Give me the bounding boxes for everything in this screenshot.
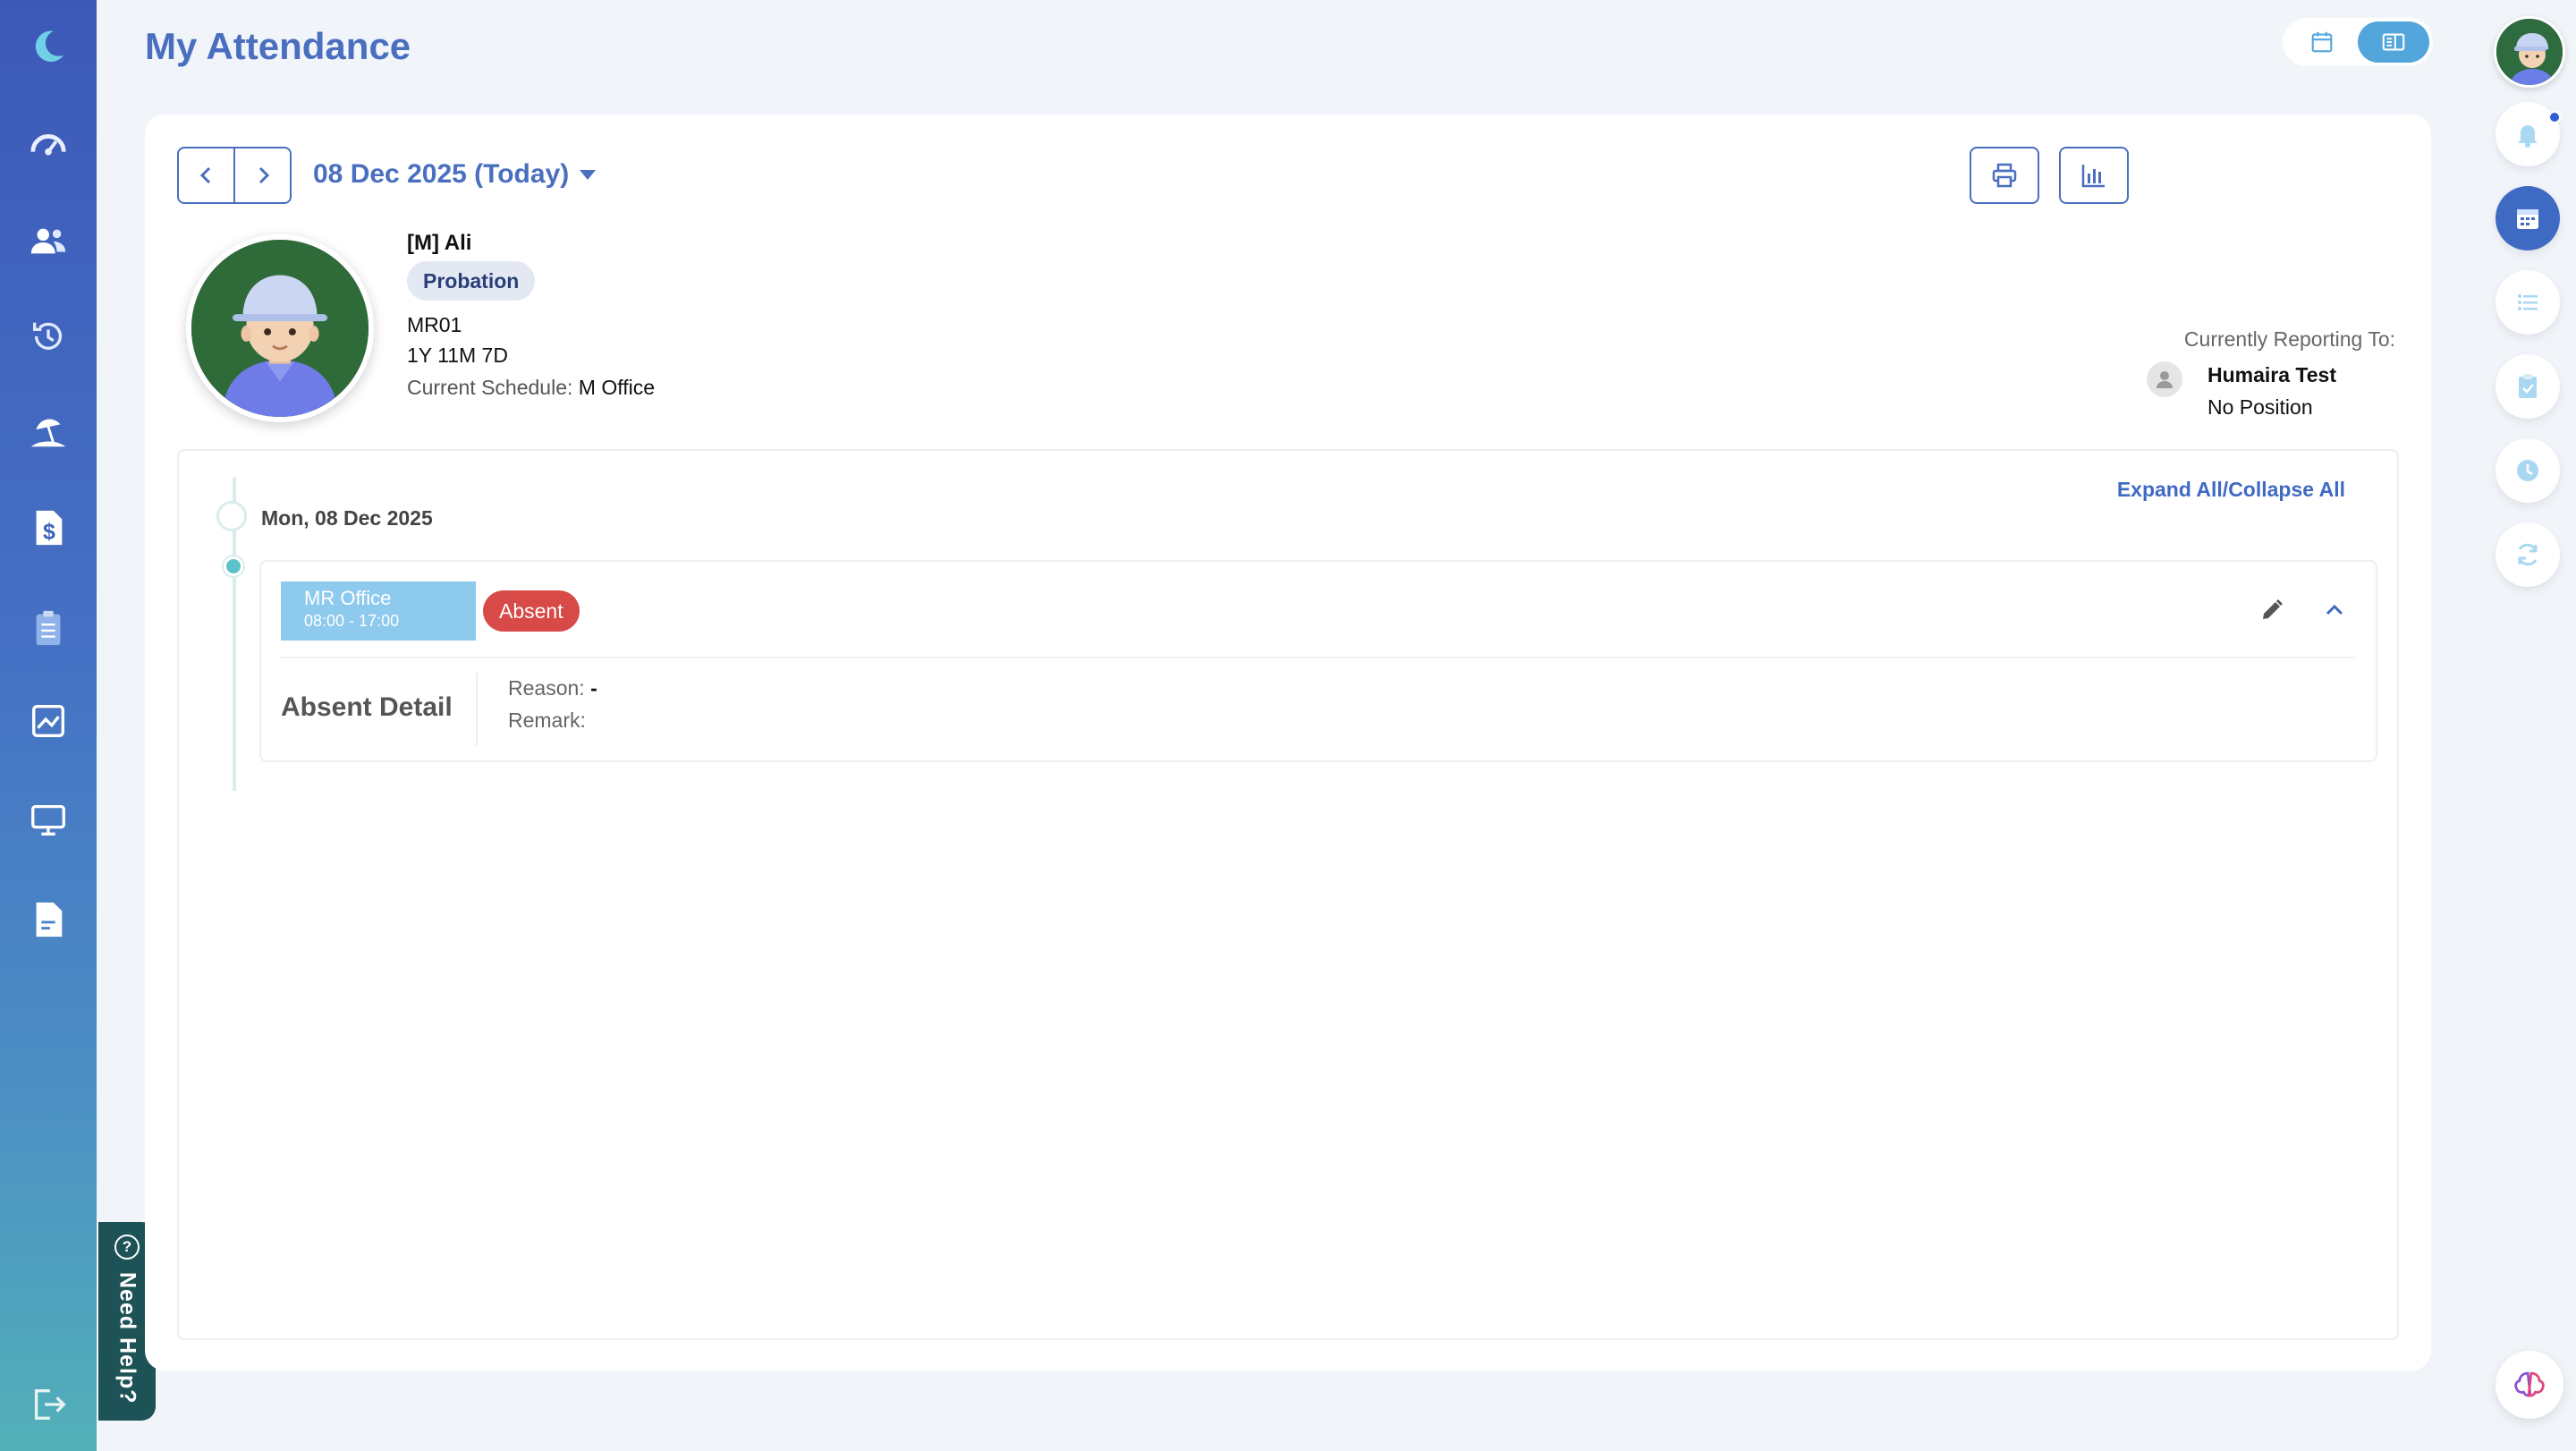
timeline-entry-dot (224, 556, 243, 576)
help-question-icon: ? (114, 1235, 140, 1260)
timeline-view-button[interactable] (2358, 21, 2429, 63)
user-avatar[interactable] (2494, 16, 2565, 88)
clock-icon (2517, 460, 2538, 481)
bell-icon (2518, 125, 2538, 148)
page-title: My Attendance (145, 25, 411, 67)
chevron-up-icon (2326, 604, 2343, 615)
need-help-label: Need Help? (114, 1272, 140, 1404)
manager-name: Humaira Test (2207, 363, 2337, 386)
schedule-name: MR Office (304, 587, 392, 609)
edit-entry-button[interactable] (2254, 592, 2290, 628)
assistant-fab[interactable] (2496, 1351, 2563, 1419)
collapse-entry-button[interactable] (2317, 592, 2352, 628)
moon-logo-icon[interactable] (0, 11, 97, 82)
split-layout-icon (2382, 33, 2405, 51)
logout-icon[interactable] (0, 1369, 97, 1440)
schedule-time: 08:00 - 17:00 (304, 612, 400, 630)
schedule-value: M Office (578, 376, 655, 399)
pencil-icon (2263, 599, 2283, 619)
notification-dot (2548, 111, 2561, 123)
absent-detail-title: Absent Detail (281, 692, 453, 722)
bar-chart-icon (2081, 165, 2105, 188)
entry-divider (281, 657, 2356, 658)
calendar-icon (2517, 209, 2538, 229)
chevron-right-icon (258, 166, 269, 184)
list-rail-button[interactable] (2496, 270, 2560, 335)
printer-icon (1992, 163, 2017, 188)
clipboard-icon[interactable] (0, 592, 97, 664)
view-toggle (2283, 18, 2433, 66)
chart-image-icon[interactable] (0, 685, 97, 757)
current-schedule: Current Schedule: M Office (407, 376, 655, 400)
employee-name: [M] Ali (407, 231, 472, 255)
dashboard-gauge-icon[interactable] (0, 109, 97, 181)
left-sidebar: $ (0, 0, 97, 1451)
calendar-icon (2311, 31, 2333, 53)
reason-label: Reason: (508, 676, 585, 700)
absent-status-badge: Absent (483, 590, 580, 632)
document-icon[interactable] (0, 884, 97, 955)
list-icon (2518, 294, 2538, 310)
clipboard-rail-button[interactable] (2496, 354, 2560, 419)
refresh-icon (2518, 543, 2538, 566)
report-chart-button[interactable] (2059, 147, 2129, 204)
print-button[interactable] (1970, 147, 2039, 204)
date-picker-dropdown[interactable]: 08 Dec 2025 (Today) (313, 159, 597, 190)
brain-icon (2514, 1371, 2545, 1397)
attendance-card: 08 Dec 2025 (Today) [M] Ali Probation MR… (145, 115, 2431, 1370)
selected-date: 08 Dec 2025 (Today) (313, 159, 570, 189)
calendar-rail-button[interactable] (2496, 186, 2560, 250)
leave-beach-icon[interactable] (0, 395, 97, 467)
attendance-timeline: Expand All/Collapse All Mon, 08 Dec 2025… (177, 449, 2399, 1340)
next-day-button[interactable] (235, 148, 290, 202)
previous-day-button[interactable] (179, 148, 235, 202)
clipboard-check-icon (2519, 374, 2537, 398)
remark-label: Remark: (508, 709, 586, 732)
detail-separator (476, 673, 478, 746)
expand-collapse-all-link[interactable]: Expand All/Collapse All (2117, 478, 2345, 502)
svg-text:$: $ (43, 519, 55, 544)
clock-rail-button[interactable] (2496, 438, 2560, 503)
chevron-left-icon (199, 166, 210, 184)
payroll-dollar-icon[interactable]: $ (0, 492, 97, 564)
refresh-rail-button[interactable] (2496, 522, 2560, 587)
attendance-entry: MR Office 08:00 - 17:00 Absent Absent De… (259, 560, 2377, 762)
remark-row: Remark: (508, 709, 586, 733)
reporting-to-label: Currently Reporting To: (2183, 327, 2395, 351)
calendar-view-button[interactable] (2286, 21, 2358, 63)
monitor-icon[interactable] (0, 784, 97, 855)
employee-tenure: 1Y 11M 7D (407, 344, 508, 367)
people-icon[interactable] (0, 206, 97, 277)
schedule-label: Current Schedule: (407, 376, 573, 399)
manager-avatar-icon (2147, 361, 2182, 397)
timeline-day-marker (216, 501, 247, 531)
employee-code: MR01 (407, 313, 462, 336)
caret-down-icon (580, 169, 597, 180)
employee-avatar (186, 234, 374, 422)
reason-row: Reason: - (508, 676, 597, 700)
reason-value: - (590, 676, 597, 700)
status-badge: Probation (407, 261, 536, 301)
manager-position: No Position (2207, 395, 2313, 419)
date-navigator (177, 147, 292, 204)
timeline-day-label: Mon, 08 Dec 2025 (261, 506, 433, 530)
schedule-chip: MR Office 08:00 - 17:00 (281, 581, 476, 641)
history-clock-icon[interactable] (0, 301, 97, 372)
